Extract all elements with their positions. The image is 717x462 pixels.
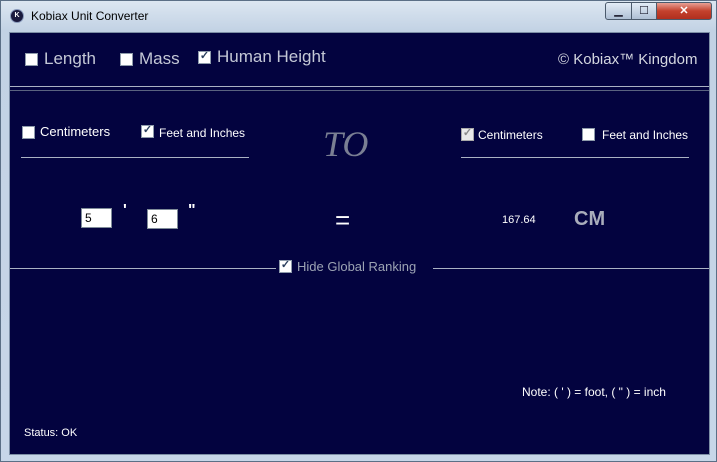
minimize-button[interactable]: ▁ — [605, 2, 632, 20]
from-centimeters-label[interactable]: Centimeters — [40, 124, 110, 139]
from-feet-inches-checkbox[interactable]: ✓ — [141, 124, 154, 138]
to-feet-inches-label[interactable]: Feet and Inches — [602, 128, 688, 142]
inches-mark: " — [188, 202, 196, 219]
maximize-button[interactable]: ☐ — [631, 2, 657, 20]
divider-top-2 — [10, 90, 709, 91]
kobiax-logo-icon: K — [10, 9, 24, 23]
length-label[interactable]: Length — [44, 49, 96, 69]
from-centimeters-checkbox[interactable] — [22, 126, 35, 139]
result-unit: CM — [574, 208, 606, 230]
to-centimeters-label[interactable]: Centimeters — [478, 128, 543, 142]
mass-checkbox[interactable] — [120, 53, 133, 66]
ranking-divider-left — [10, 268, 276, 269]
window-title: Kobiax Unit Converter — [31, 9, 149, 23]
ranking-divider-right — [433, 268, 709, 269]
inches-input[interactable]: 6 — [147, 209, 178, 229]
length-checkbox[interactable] — [25, 53, 38, 66]
check-mark-icon: ✓ — [142, 124, 153, 136]
brand-text: © Kobiax™ Kingdom — [558, 51, 698, 68]
feet-mark: ' — [123, 202, 127, 219]
app-window: K Kobiax Unit Converter ▁ ☐ ✕ Length Mas… — [0, 0, 717, 462]
mass-label[interactable]: Mass — [139, 49, 180, 69]
check-mark-icon: ✓ — [462, 127, 473, 139]
note-text: Note: ( ' ) = foot, ( " ) = inch — [522, 385, 666, 399]
divider-top-1 — [10, 86, 709, 87]
to-feet-inches-checkbox[interactable] — [582, 128, 595, 141]
to-label: TO — [323, 124, 369, 164]
title-bar[interactable]: K Kobiax Unit Converter ▁ ☐ ✕ — [1, 1, 716, 31]
hide-global-ranking-checkbox[interactable]: ✓ — [279, 259, 292, 273]
human-height-label[interactable]: Human Height — [217, 47, 326, 67]
from-feet-inches-label[interactable]: Feet and Inches — [159, 126, 245, 140]
to-centimeters-checkbox[interactable]: ✓ — [461, 127, 474, 141]
close-button[interactable]: ✕ — [656, 2, 712, 20]
converter-panel: Length Mass ✓ Human Height © Kobiax™ Kin… — [9, 32, 710, 455]
from-units-underline — [21, 157, 249, 158]
equals-sign: = — [335, 205, 351, 235]
check-mark-icon: ✓ — [199, 50, 210, 62]
status-text: Status: OK — [24, 427, 78, 439]
result-value: 167.64 — [502, 214, 536, 226]
to-units-underline — [461, 157, 689, 158]
human-height-checkbox[interactable]: ✓ — [198, 50, 211, 64]
hide-global-ranking-label[interactable]: Hide Global Ranking — [297, 259, 416, 274]
feet-input[interactable]: 5 — [81, 208, 112, 228]
check-mark-icon: ✓ — [280, 259, 291, 271]
